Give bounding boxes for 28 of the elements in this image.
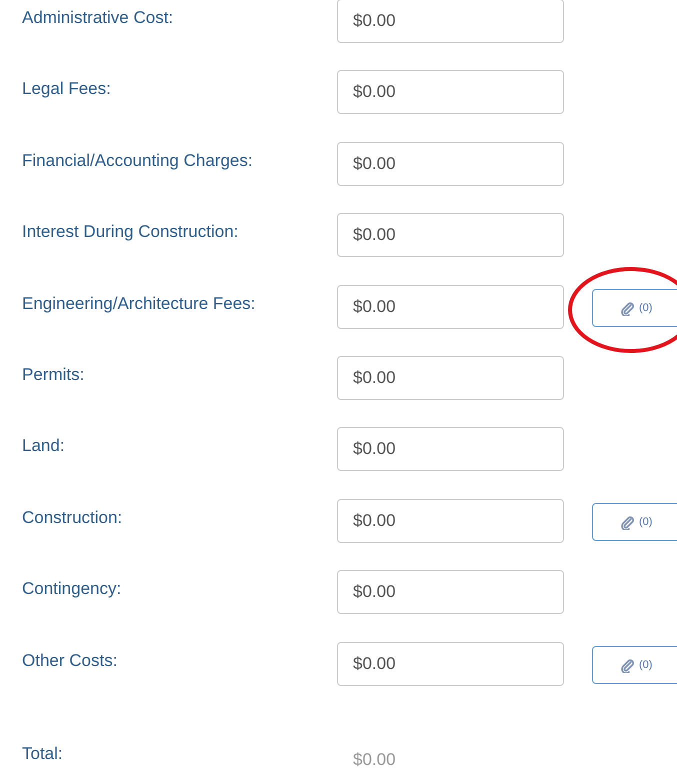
amount-field[interactable]: $0.00 [337,427,564,472]
amount-field[interactable]: $0.00 [337,142,564,186]
amount-field[interactable]: $0.00 [337,356,564,400]
amount-field[interactable]: $0.00 [337,0,564,43]
attachment-button[interactable]: (0) [592,646,677,684]
field-label: Other Costs: [21,650,118,671]
total-label: Total: [21,744,64,764]
field-label: Land: [21,436,66,456]
paperclip-icon [620,658,635,673]
field-label: Engineering/Architecture Fees: [21,294,256,314]
total-value: $0.00 [352,750,396,768]
amount-field[interactable]: $0.00 [337,70,564,114]
field-label: Construction: [21,508,124,528]
amount-field[interactable]: $0.00 [337,570,564,614]
amount-field[interactable]: $0.00 [337,642,564,686]
field-label: Interest During Construction: [21,222,240,242]
field-label: Financial/Accounting Charges: [21,150,254,171]
amount-field[interactable]: $0.00 [337,498,564,543]
amount-field[interactable]: $0.00 [337,284,564,329]
paperclip-icon [620,514,635,530]
field-label: Contingency: [21,579,122,600]
field-label: Permits: [21,364,86,385]
field-label: Administrative Cost: [21,8,174,28]
field-label: Legal Fees: [21,79,112,100]
attachment-button[interactable]: (0) [592,503,677,542]
attachment-button[interactable]: (0) [592,289,677,328]
paperclip-icon [620,300,635,316]
amount-field[interactable]: $0.00 [337,213,564,258]
